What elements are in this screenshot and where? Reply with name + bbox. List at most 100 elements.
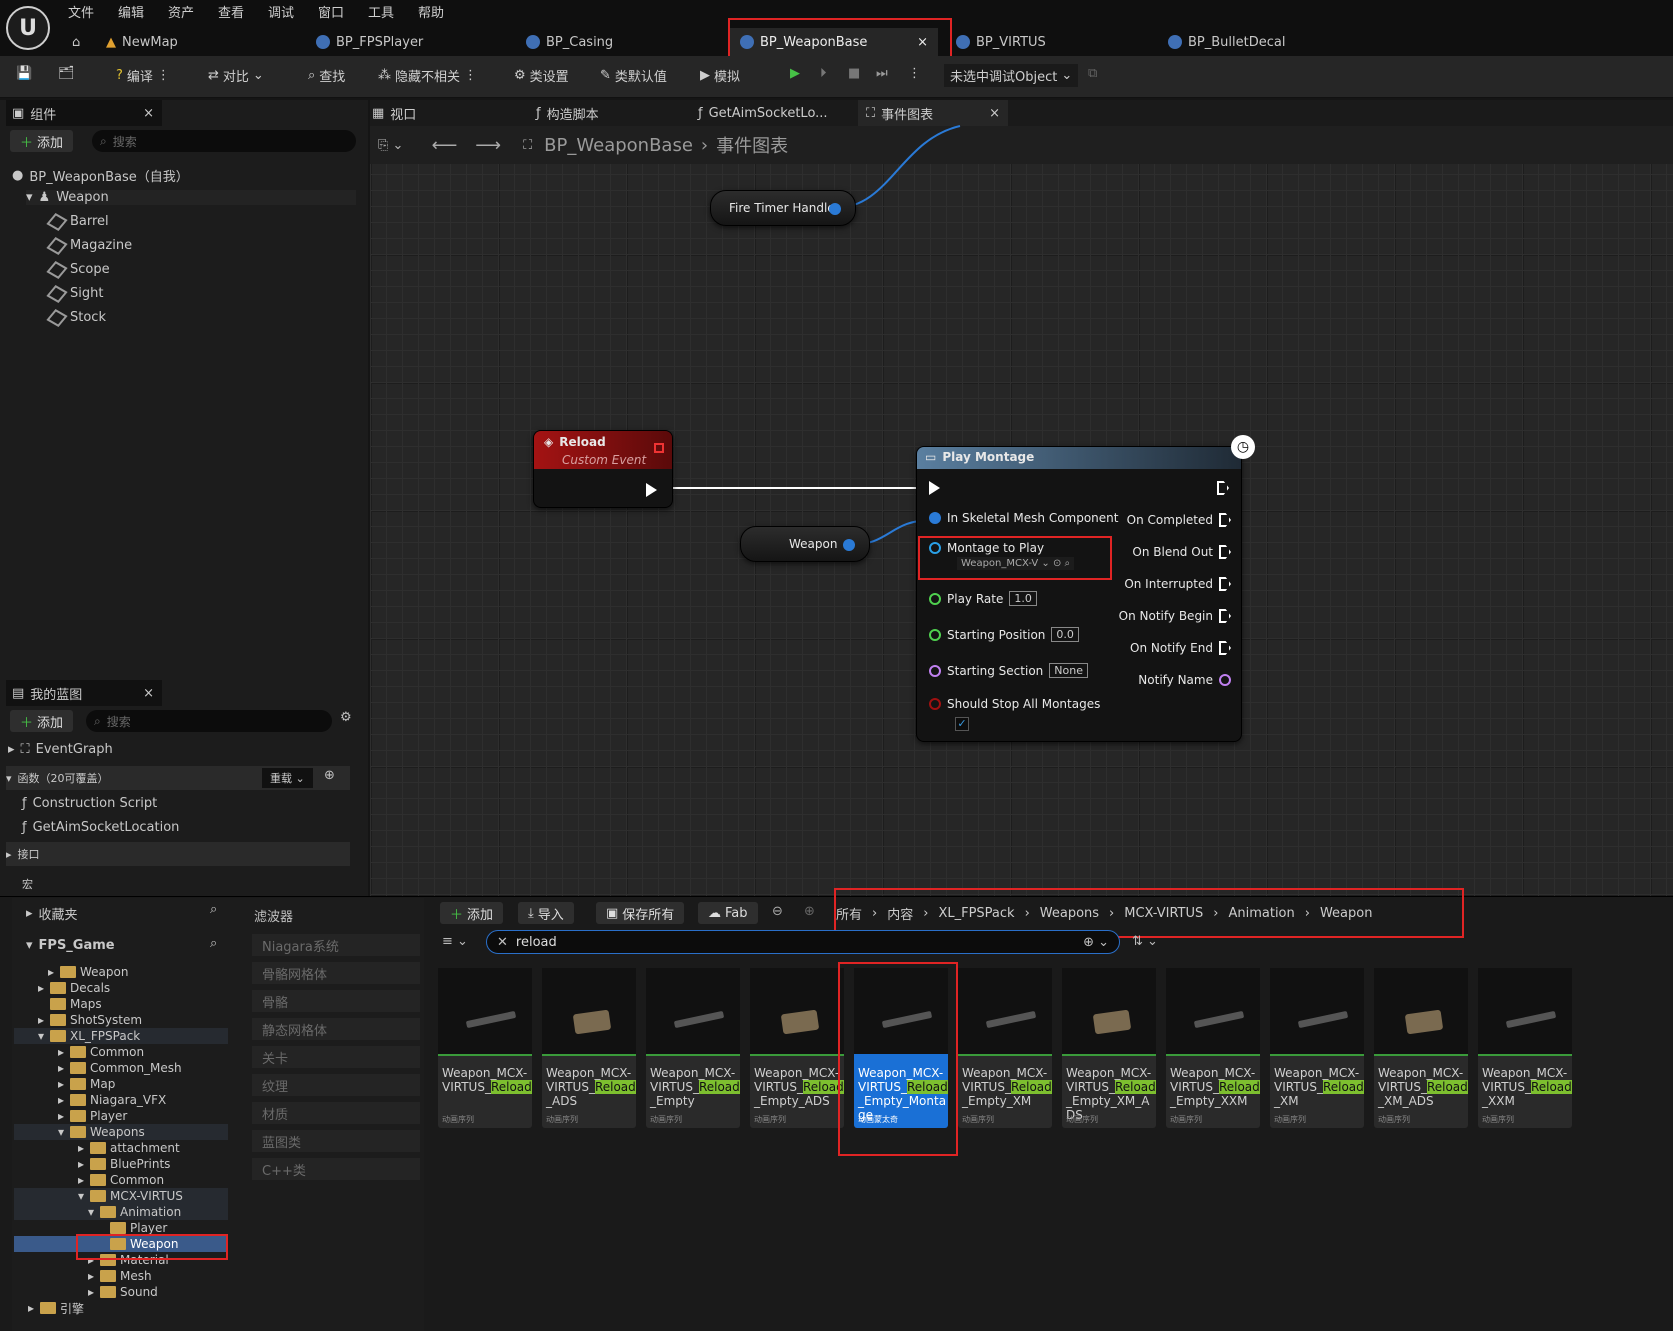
gear-icon[interactable]: ⚙ <box>340 710 352 725</box>
folder-item[interactable]: ▸ Niagara_VFX <box>14 1092 228 1108</box>
simulate-button[interactable]: ▶ 模拟 <box>700 66 740 85</box>
folder-item[interactable]: ▸ 引擎 <box>14 1300 228 1316</box>
history-back-icon[interactable]: ⊖ <box>772 904 783 919</box>
filter-item[interactable]: 纹理 <box>252 1074 420 1096</box>
filter-item[interactable]: 骨骼 <box>252 990 420 1012</box>
weapon-variable-node[interactable]: Weapon <box>740 526 870 562</box>
tab-bp-virtus[interactable]: BP_VIRTUS <box>956 28 1046 56</box>
folder-item[interactable]: ▸ attachment <box>14 1140 228 1156</box>
play-button[interactable]: ▶ <box>790 66 800 81</box>
pin-on-interrupted[interactable]: On Interrupted <box>1124 577 1231 591</box>
history-forward-icon[interactable]: ⊕ <box>804 904 815 919</box>
filter-item[interactable]: Niagara系统 <box>252 934 420 956</box>
debug-filter-icon[interactable]: ⧉ <box>1088 66 1097 81</box>
filter-item[interactable]: C++类 <box>252 1158 420 1180</box>
folder-item[interactable]: ▾ Animation <box>14 1204 228 1220</box>
class-defaults-button[interactable]: ✎ 类默认值 <box>600 66 667 85</box>
folder-item[interactable]: ▸ Sound <box>14 1284 228 1300</box>
close-icon[interactable]: × <box>143 686 154 701</box>
save-all-button[interactable]: ▣ 保存所有 <box>596 902 685 924</box>
class-settings-button[interactable]: ⚙ 类设置 <box>514 66 569 85</box>
filter-item[interactable]: 骨骼网格体 <box>252 962 420 984</box>
folder-item[interactable]: ▸ Decals <box>14 980 228 996</box>
pin-on-blend-out[interactable]: On Blend Out <box>1132 545 1231 559</box>
more-icon[interactable]: ⋮ <box>157 68 170 83</box>
tab-bp-casing[interactable]: BP_Casing <box>526 28 613 56</box>
exec-out-pin[interactable] <box>1217 481 1229 495</box>
asset-tile[interactable]: Weapon_MCX-VIRTUS_Reload_XXM 动画序列 <box>1478 968 1572 1128</box>
back-icon[interactable]: ⟵ <box>431 135 457 156</box>
eject-icon[interactable]: ⏭ <box>876 66 888 81</box>
menu-edit[interactable]: 编辑 <box>118 2 168 21</box>
breadcrumb-graph[interactable]: 事件图表 <box>716 132 788 158</box>
asset-tile[interactable]: Weapon_MCX-VIRTUS_Reload_XM 动画序列 <box>1270 968 1364 1128</box>
find-button[interactable]: ⌕ 查找 <box>308 66 345 85</box>
asset-tile[interactable]: Weapon_MCX-VIRTUS_Reload 动画序列 <box>438 968 532 1128</box>
folder-item[interactable]: ▸ Common_Mesh <box>14 1060 228 1076</box>
exec-out-pin[interactable] <box>646 483 657 497</box>
save-icon[interactable]: 💾 <box>16 66 32 81</box>
folder-item[interactable]: ▸ Mesh <box>14 1268 228 1284</box>
asset-tile[interactable]: Weapon_MCX-VIRTUS_Reload_Empty_XXM 动画序列 <box>1166 968 1260 1128</box>
filter-item[interactable]: 静态网格体 <box>252 1018 420 1040</box>
project-root[interactable]: ▾ FPS_Game <box>26 938 115 953</box>
diff-button[interactable]: ⇄ 对比 ⌄ <box>208 66 264 85</box>
menu-tools[interactable]: 工具 <box>368 2 418 21</box>
sort-icon[interactable]: ⇅ ⌄ <box>1132 934 1158 949</box>
compile-button[interactable]: ? 编译 ⋮ <box>116 66 170 85</box>
import-button[interactable]: ⤓ 导入 <box>518 902 574 924</box>
output-pin[interactable] <box>843 539 855 551</box>
macros-section[interactable]: 宏 <box>22 876 33 892</box>
fire-timer-handle-node[interactable]: Fire Timer Handle <box>710 190 856 226</box>
pin-on-notify-end[interactable]: On Notify End <box>1130 641 1231 655</box>
add-search-icon[interactable]: ⊕ ⌄ <box>1083 935 1109 950</box>
folder-item[interactable]: ▸ Map <box>14 1076 228 1092</box>
play-montage-node[interactable]: ▭ Play Montage ◷ In Skeletal Mesh Compone… <box>916 435 1255 742</box>
bookmark-icon[interactable]: ⎘ ⌄ <box>378 138 403 153</box>
menu-view[interactable]: 查看 <box>218 2 268 21</box>
asset-tile[interactable]: Weapon_MCX-VIRTUS_Reload_Empty_ADS 动画序列 <box>750 968 844 1128</box>
should-stop-checkbox[interactable]: ✓ <box>955 717 969 731</box>
component-sight[interactable]: Sight <box>46 284 103 303</box>
starting-position-input[interactable]: 0.0 <box>1051 627 1079 642</box>
menu-debug[interactable]: 调试 <box>268 2 318 21</box>
tab-event-graph[interactable]: ⛶ 事件图表 × <box>858 100 1008 126</box>
get-aim-socket-item[interactable]: ƒ GetAimSocketLocation <box>22 820 179 835</box>
asset-search-input[interactable]: ✕ reload ⊕ ⌄ <box>486 930 1120 954</box>
breadcrumb-blueprint[interactable]: BP_WeaponBase <box>544 135 693 156</box>
override-dropdown[interactable]: 重载 ⌄ <box>262 768 313 788</box>
component-root[interactable]: ● BP_WeaponBase（自我） <box>12 166 189 185</box>
more-icon[interactable]: ⋮ <box>464 68 477 83</box>
stop-icon[interactable]: ■ <box>848 66 860 81</box>
filter-item[interactable]: 蓝图类 <box>252 1130 420 1152</box>
pin-in-skeletal-mesh[interactable]: In Skeletal Mesh Component <box>929 511 1118 525</box>
add-asset-button[interactable]: ＋添加 <box>440 902 504 924</box>
debug-object-select[interactable]: 未选中调试Object ⌄ <box>944 64 1079 87</box>
asset-tile[interactable]: Weapon_MCX-VIRTUS_Reload_XM_ADS 动画序列 <box>1374 968 1468 1128</box>
reload-event-node[interactable]: ◈ Reload Custom Event <box>533 430 673 508</box>
event-graph-item[interactable]: ▸ ⛶ EventGraph <box>8 742 113 757</box>
folder-item[interactable]: ▸ Player <box>14 1108 228 1124</box>
folder-item[interactable]: ▸ Common <box>14 1044 228 1060</box>
more-icon[interactable]: ⋮ <box>908 66 921 81</box>
browse-icon[interactable]: 🗂 <box>58 66 75 81</box>
delegate-pin[interactable] <box>654 443 664 453</box>
asset-tile[interactable]: Weapon_MCX-VIRTUS_Reload_ADS 动画序列 <box>542 968 636 1128</box>
menu-file[interactable]: 文件 <box>68 2 118 21</box>
component-barrel[interactable]: Barrel <box>46 212 109 231</box>
asset-tile[interactable]: Weapon_MCX-VIRTUS_Reload_Empty 动画序列 <box>646 968 740 1128</box>
output-pin[interactable] <box>829 203 841 215</box>
home-icon[interactable]: ⌂ <box>72 28 80 56</box>
component-stock[interactable]: Stock <box>46 308 106 327</box>
asset-tile[interactable]: Weapon_MCX-VIRTUS_Reload_Empty_XM 动画序列 <box>958 968 1052 1128</box>
hide-unrelated-button[interactable]: ⁂ 隐藏不相关 ⋮ <box>378 66 477 85</box>
component-weapon[interactable]: ▾ ♟ Weapon <box>26 190 356 205</box>
pin-on-completed[interactable]: On Completed <box>1127 513 1231 527</box>
components-tab[interactable]: ▣ 组件 × <box>6 100 162 126</box>
pin-starting-position[interactable]: Starting Position 0.0 <box>929 627 1079 642</box>
tab-viewport[interactable]: ▦ 视口 <box>372 100 416 126</box>
asset-tile[interactable]: Weapon_MCX-VIRTUS_Reload_Empty_XM_ADS 动画序… <box>1062 968 1156 1128</box>
forward-icon[interactable]: ⟶ <box>475 135 501 156</box>
component-magazine[interactable]: Magazine <box>46 236 132 255</box>
search-icon[interactable]: ⌕ <box>210 902 217 917</box>
